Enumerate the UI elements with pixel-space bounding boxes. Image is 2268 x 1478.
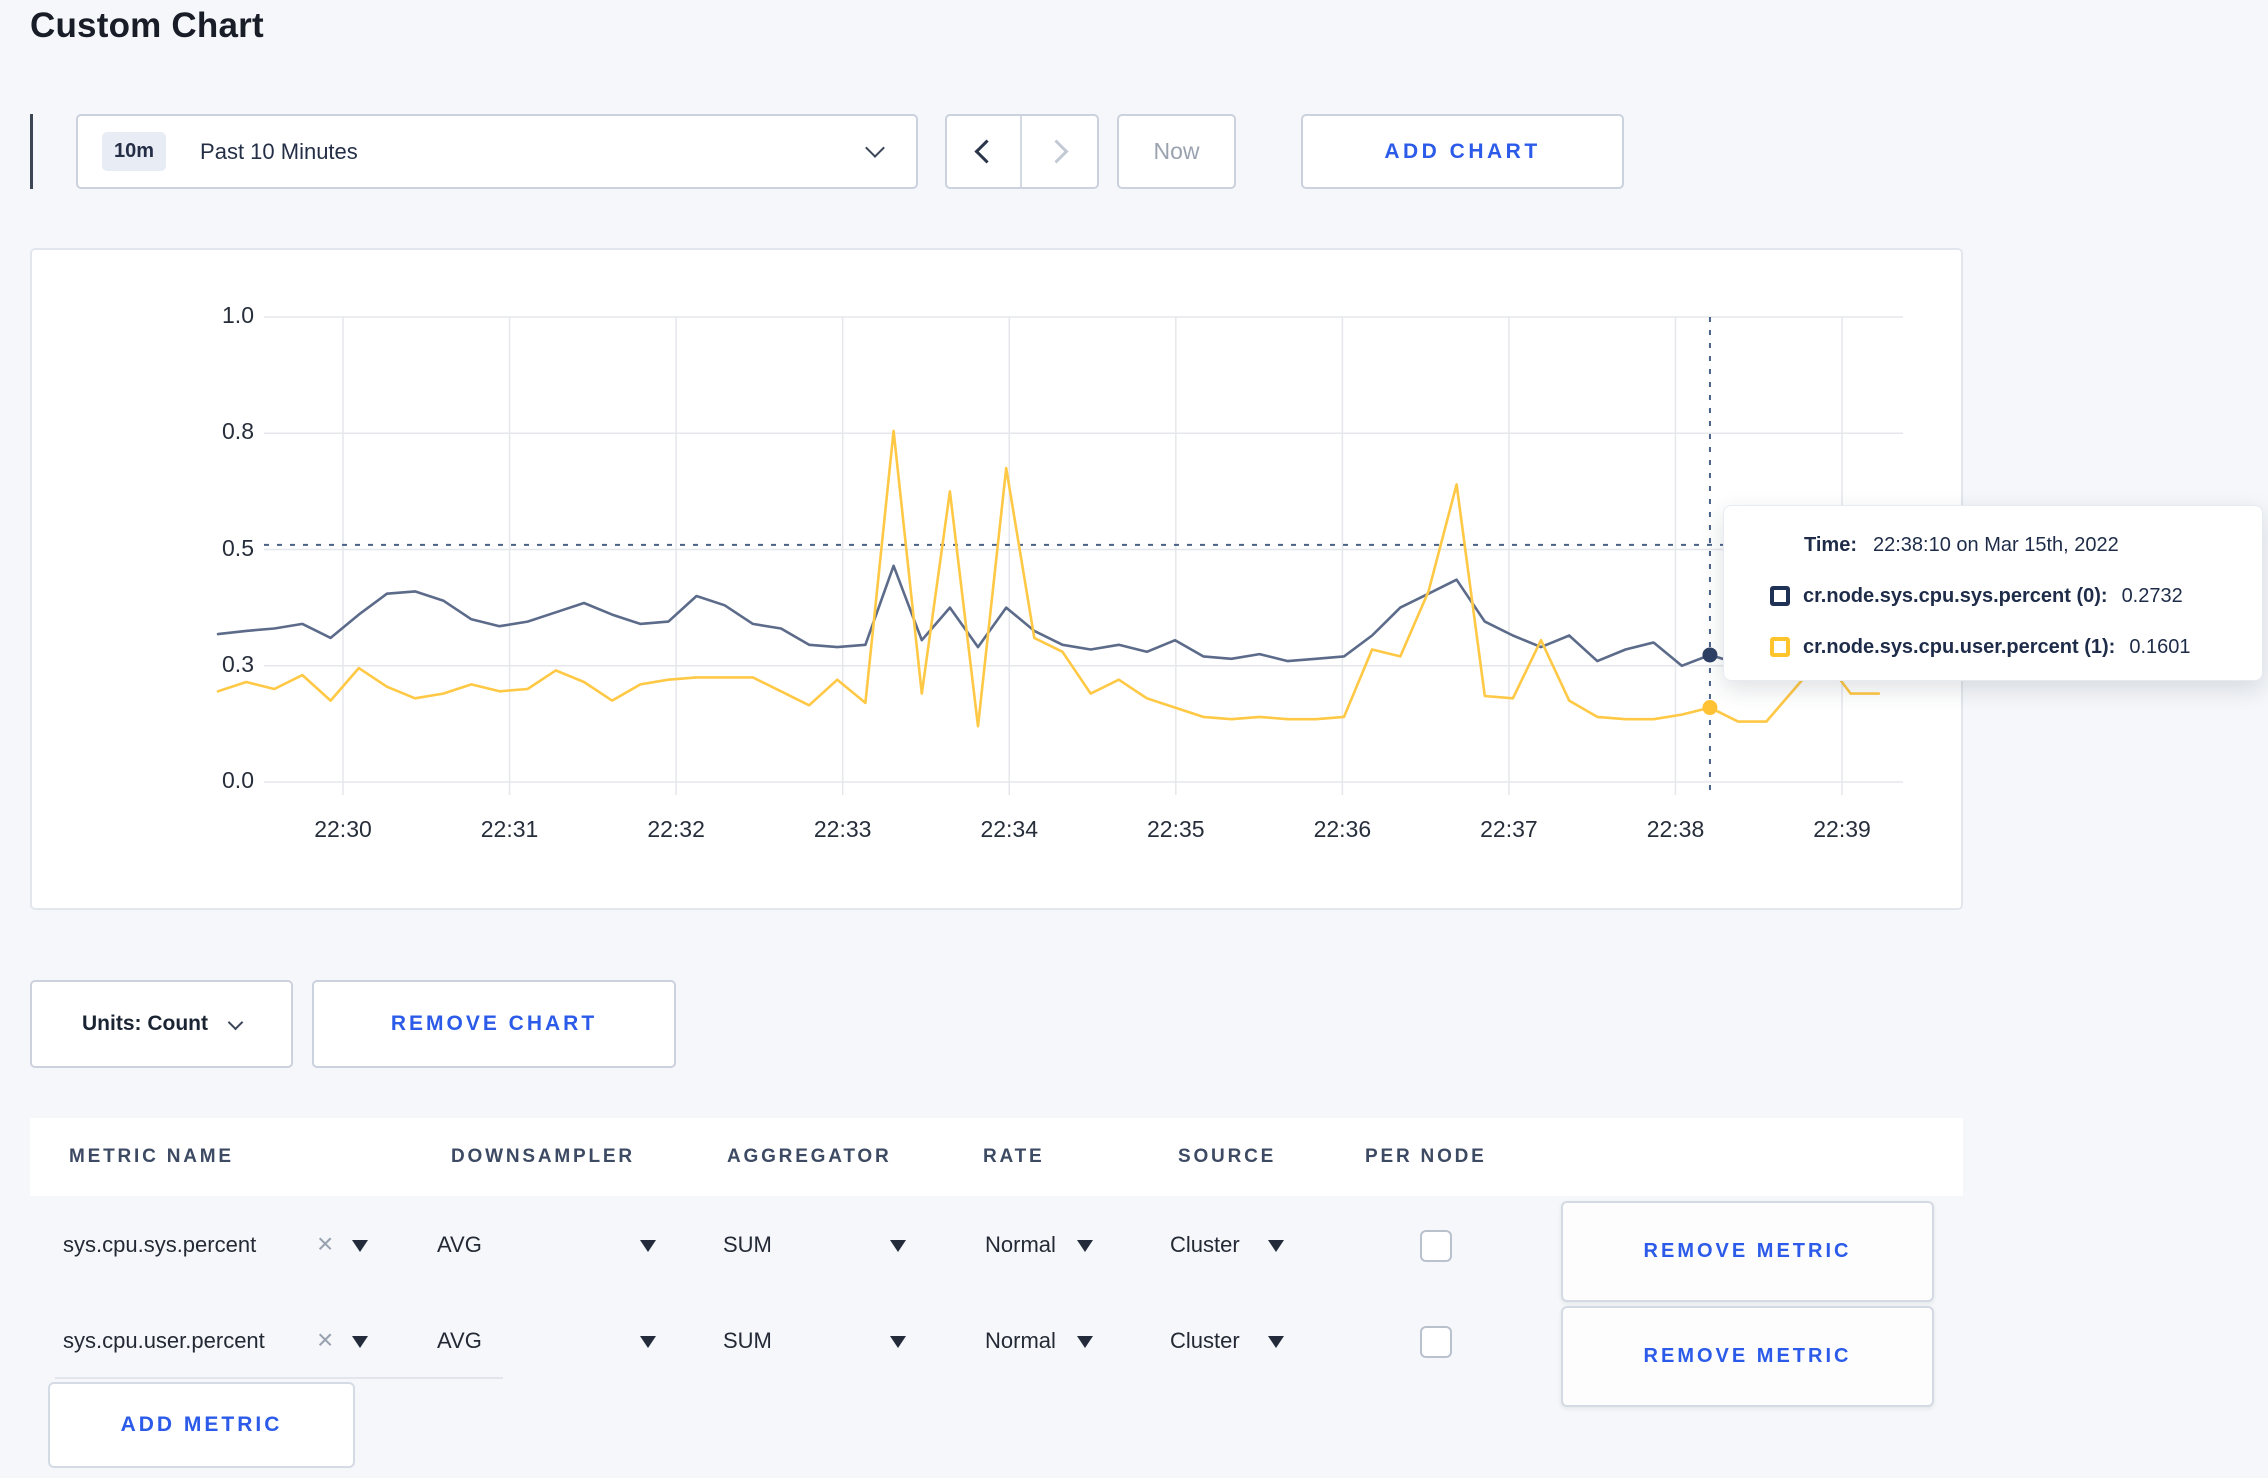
series-sys-swatch-icon <box>1770 586 1790 606</box>
y-axis-tick-label: 0.5 <box>222 534 254 561</box>
remove-metric-label: REMOVE METRIC <box>1643 1345 1852 1367</box>
x-axis-tick-label: 22:37 <box>1480 816 1538 842</box>
aggregator-caret-icon[interactable] <box>890 1240 906 1252</box>
time-range-nav <box>945 114 1099 189</box>
series-line-cr.node.sys.cpu.sys.percent <box>216 564 1881 668</box>
next-range-button[interactable] <box>1022 116 1097 187</box>
time-window-badge: 10m <box>102 132 167 171</box>
tooltip-series-name: cr.node.sys.cpu.user.percent (1): <box>1803 635 2116 658</box>
units-select[interactable]: Units: Count <box>30 980 293 1068</box>
column-header-metric-name: METRIC NAME <box>69 1146 234 1167</box>
rate-caret-icon[interactable] <box>1077 1336 1093 1348</box>
x-axis-tick-label: 22:31 <box>480 816 539 842</box>
tooltip-series-name: cr.node.sys.cpu.sys.percent (0): <box>1803 584 2108 607</box>
aggregator-select[interactable]: SUM <box>723 1328 772 1354</box>
source-select[interactable]: Cluster <box>1170 1328 1240 1354</box>
metrics-table-header: METRIC NAME DOWNSAMPLER AGGREGATOR RATE … <box>30 1118 1963 1196</box>
downsampler-caret-icon[interactable] <box>640 1336 656 1348</box>
hover-dot-cr.node.sys.cpu.user.percent <box>1702 700 1718 716</box>
remove-chart-label: REMOVE CHART <box>390 1012 598 1035</box>
series-line-cr.node.sys.cpu.user.percent <box>216 429 1881 728</box>
time-window-label: Past 10 Minutes <box>200 138 358 164</box>
downsampler-caret-icon[interactable] <box>640 1240 656 1252</box>
page-title: Custom Chart <box>30 6 264 45</box>
tooltip-time-row: Time: 22:38:10 on Mar 15th, 2022 <box>1770 531 2232 559</box>
x-axis-tick-label: 22:36 <box>1313 816 1372 842</box>
metric-name-select[interactable]: sys.cpu.sys.percent <box>63 1232 256 1258</box>
x-axis-tick-label: 22:39 <box>1813 816 1871 842</box>
chart-hover-tooltip: Time: 22:38:10 on Mar 15th, 2022 cr.node… <box>1723 505 2263 681</box>
hover-dot-cr.node.sys.cpu.sys.percent <box>1702 647 1718 663</box>
prev-range-button[interactable] <box>947 116 1022 187</box>
now-button[interactable]: Now <box>1117 114 1236 189</box>
now-button-label: Now <box>1153 138 1200 164</box>
aggregator-caret-icon[interactable] <box>890 1336 906 1348</box>
chevron-down-icon <box>227 1014 244 1030</box>
downsampler-select[interactable]: AVG <box>437 1328 482 1354</box>
y-axis-tick-label: 0.3 <box>222 650 254 677</box>
rate-select[interactable]: Normal <box>985 1328 1056 1354</box>
column-header-aggregator: AGGREGATOR <box>727 1146 892 1167</box>
y-axis-tick-label: 0.0 <box>222 767 254 793</box>
tooltip-time-value: 22:38:10 on Mar 15th, 2022 <box>1872 533 2119 556</box>
remove-metric-button[interactable]: REMOVE METRIC <box>1561 1201 1934 1302</box>
per-node-checkbox[interactable] <box>1420 1230 1452 1262</box>
tooltip-series-value: 0.2732 <box>2121 584 2183 607</box>
clear-metric-icon[interactable]: × <box>317 1230 333 1258</box>
chevron-down-icon <box>865 138 885 158</box>
metric-name-caret-icon[interactable] <box>352 1336 368 1348</box>
x-axis-tick-label: 22:38 <box>1646 816 1705 842</box>
x-axis-tick-label: 22:35 <box>1147 816 1205 842</box>
tooltip-time-label: Time: <box>1804 533 1857 556</box>
remove-metric-button[interactable]: REMOVE METRIC <box>1561 1306 1934 1407</box>
add-chart-button[interactable]: ADD CHART <box>1301 114 1624 189</box>
column-header-per-node: PER NODE <box>1365 1146 1487 1167</box>
remove-metric-label: REMOVE METRIC <box>1643 1240 1852 1262</box>
tooltip-series-row: cr.node.sys.cpu.sys.percent (0): 0.2732 <box>1770 582 2232 610</box>
chart-card: 0.0 0.3 0.5 0.8 1.0 22:30 22:31 22:32 22:33 22:34… <box>30 248 1963 910</box>
rate-select[interactable]: Normal <box>985 1232 1056 1258</box>
add-chart-label: ADD CHART <box>1384 139 1541 163</box>
add-metric-button[interactable]: ADD METRIC <box>48 1382 355 1468</box>
toolbar-divider <box>30 114 33 189</box>
column-header-downsampler: DOWNSAMPLER <box>451 1146 635 1167</box>
rate-caret-icon[interactable] <box>1077 1240 1093 1252</box>
chevron-left-icon <box>974 139 999 164</box>
source-caret-icon[interactable] <box>1268 1240 1284 1252</box>
column-header-source: SOURCE <box>1178 1146 1277 1167</box>
line-chart-plot[interactable] <box>32 250 1961 908</box>
column-header-rate: RATE <box>983 1146 1045 1167</box>
downsampler-select[interactable]: AVG <box>437 1232 482 1258</box>
x-axis-tick-label: 22:30 <box>314 816 372 842</box>
metric-name-select[interactable]: sys.cpu.user.percent <box>63 1328 265 1354</box>
y-axis-tick-label: 0.8 <box>222 418 254 445</box>
time-range-select[interactable]: 10m Past 10 Minutes <box>76 114 918 189</box>
series-user-swatch-icon <box>1770 637 1790 657</box>
source-select[interactable]: Cluster <box>1170 1232 1240 1258</box>
x-axis-tick-label: 22:34 <box>980 816 1039 842</box>
source-caret-icon[interactable] <box>1268 1336 1284 1348</box>
remove-chart-button[interactable]: REMOVE CHART <box>312 980 676 1068</box>
units-label: Units: Count <box>82 1012 208 1035</box>
aggregator-select[interactable]: SUM <box>723 1232 772 1258</box>
add-metric-label: ADD METRIC <box>120 1413 283 1436</box>
tooltip-series-value: 0.1601 <box>2129 635 2191 658</box>
tooltip-series-row: cr.node.sys.cpu.user.percent (1): 0.1601 <box>1770 633 2232 661</box>
x-axis-tick-label: 22:32 <box>647 816 705 842</box>
metric-name-caret-icon[interactable] <box>352 1240 368 1252</box>
chevron-right-icon <box>1044 139 1069 164</box>
per-node-checkbox[interactable] <box>1420 1326 1452 1358</box>
y-axis-tick-label: 1.0 <box>222 302 254 328</box>
x-axis-tick-label: 22:33 <box>813 816 872 842</box>
metric-select-underline <box>55 1377 503 1379</box>
clear-metric-icon[interactable]: × <box>317 1326 333 1354</box>
